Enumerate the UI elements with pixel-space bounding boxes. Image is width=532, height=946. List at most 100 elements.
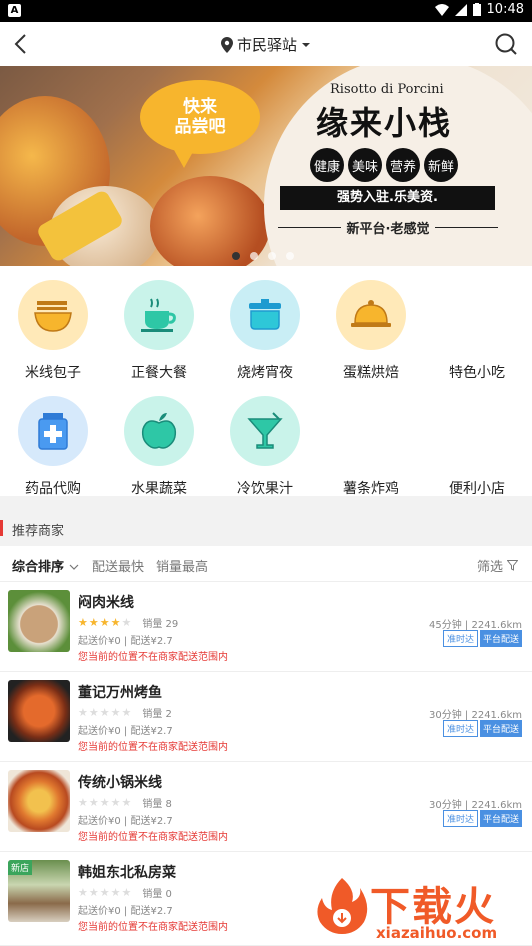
status-bar: A 10:48 — [0, 0, 532, 22]
shop-card[interactable]: 传统小锅米线 ★ ★ ★ ★ ★ 销量 8 起送价¥0 | 配送¥2.7 您当前的位置不… — [0, 762, 532, 852]
shop-name: 闷肉米线 — [78, 595, 134, 611]
category-item-fruit[interactable]: 水果蔬菜 — [106, 382, 212, 497]
category-label: 药品代购 — [25, 481, 81, 497]
star-icon: ★ — [88, 616, 99, 629]
star-icon: ★ — [110, 706, 121, 719]
wifi-icon — [434, 3, 449, 16]
shop-fee: 起送价¥0 | 配送¥2.7 — [78, 726, 173, 737]
category-label: 正餐大餐 — [131, 365, 187, 381]
sort-tab-fastest[interactable]: 配送最快 — [92, 556, 144, 575]
category-item-noodles[interactable]: 米线包子 — [0, 266, 106, 381]
location-pin-icon — [220, 36, 233, 53]
page-dot-active[interactable] — [232, 252, 240, 260]
shop-card[interactable]: 董记万州烤鱼 ★ ★ ★ ★ ★ 销量 2 起送价¥0 | 配送¥2.7 您当前的位置不… — [0, 672, 532, 762]
bubble-line2: 品尝吧 — [174, 117, 226, 137]
category-label: 米线包子 — [25, 365, 81, 381]
banner-tag: 营养 — [386, 148, 420, 182]
shop-thumbnail — [8, 680, 70, 742]
page-dot[interactable] — [250, 252, 258, 260]
shop-range-warning: 您当前的位置不在商家配送范围内 — [78, 832, 228, 843]
watermark: 下载火 xiazaihuo.com — [312, 870, 532, 946]
star-icon: ★ — [88, 706, 99, 719]
location-label: 市民驿站 — [236, 36, 297, 54]
star-icon: ★ — [121, 796, 132, 809]
star-icon: ★ — [88, 886, 99, 899]
sort-tab-label: 综合排序 — [12, 560, 65, 575]
category-item-bbq[interactable]: 烧烤宵夜 — [212, 266, 318, 381]
sort-bar: 综合排序 配送最快 销量最高 筛选 — [0, 546, 532, 582]
sort-tab-top-sales[interactable]: 销量最高 — [156, 556, 208, 575]
star-icon: ★ — [121, 886, 132, 899]
cloche-icon — [336, 280, 406, 350]
category-item-medicine[interactable]: 药品代购 — [0, 382, 106, 497]
shop-eta-distance: 30分钟 | 2241.6km — [429, 710, 522, 721]
shop-thumbnail — [8, 590, 70, 652]
star-icon: ★ — [121, 616, 132, 629]
shop-fee: 起送价¥0 | 配送¥2.7 — [78, 816, 173, 827]
star-icon: ★ — [110, 796, 121, 809]
shop-sales: 销量 2 — [142, 709, 172, 720]
banner-subtitle-row: 新平台·老感觉 — [278, 218, 499, 237]
coffee-cup-icon — [124, 280, 194, 350]
category-item-meals[interactable]: 正餐大餐 — [106, 266, 212, 381]
noodle-bowl-icon — [18, 280, 88, 350]
banner-tag: 健康 — [310, 148, 344, 182]
platform-delivery-badge: 平台配送 — [479, 810, 522, 827]
star-icon: ★ — [99, 886, 110, 899]
star-icon: ★ — [110, 616, 121, 629]
shop-name: 传统小锅米线 — [78, 775, 162, 791]
star-icon: ★ — [78, 886, 88, 899]
signal-icon — [454, 3, 467, 16]
page-dot[interactable] — [268, 252, 276, 260]
chevron-down-icon — [69, 564, 78, 570]
shop-card[interactable]: 闷肉米线 ★ ★ ★ ★ ★ 销量 29 起送价¥0 | 配送¥2.7 您当前的位置不在… — [0, 582, 532, 672]
category-grid: 米线包子 正餐大餐 烧烤宵夜 蛋糕烘焙 特色小吃 药品代购 水果蔬菜 冷饮果汁 … — [0, 266, 532, 497]
search-icon — [495, 33, 517, 55]
category-item-snacks[interactable]: 特色小吃 — [424, 266, 530, 381]
shop-rating: ★ ★ ★ ★ ★ 销量 29 — [78, 615, 178, 630]
star-icon: ★ — [78, 796, 88, 809]
shop-range-warning: 您当前的位置不在商家配送范围内 — [78, 652, 228, 663]
shop-name: 董记万州烤鱼 — [78, 685, 162, 701]
category-label: 薯条炸鸡 — [343, 481, 399, 497]
banner-subtitle: 新平台·老感觉 — [346, 222, 430, 237]
banner-slogan: 强势入驻.乐美资. — [280, 186, 495, 210]
shop-badges: 准时达 平台配送 — [442, 810, 522, 827]
star-icon: ★ — [78, 616, 88, 629]
divider — [278, 227, 341, 228]
shop-rating: ★ ★ ★ ★ ★ 销量 0 — [78, 885, 172, 900]
filter-label: 筛选 — [476, 560, 503, 575]
shop-sales: 销量 0 — [142, 889, 172, 900]
category-item-fried-chicken[interactable]: 薯条炸鸡 — [318, 382, 424, 497]
category-label: 水果蔬菜 — [131, 481, 187, 497]
banner-tag: 美味 — [348, 148, 382, 182]
platform-delivery-badge: 平台配送 — [479, 630, 522, 647]
shop-badges: 准时达 平台配送 — [442, 630, 522, 647]
shop-range-warning: 您当前的位置不在商家配送范围内 — [78, 742, 228, 753]
top-bar: 市民驿站 — [0, 22, 532, 66]
location-selector[interactable]: 市民驿站 — [0, 34, 532, 55]
category-item-drinks[interactable]: 冷饮果汁 — [212, 382, 318, 497]
battery-icon — [472, 3, 481, 16]
category-label: 冷饮果汁 — [237, 481, 293, 497]
page-dot[interactable] — [286, 252, 294, 260]
on-time-badge: 准时达 — [442, 810, 478, 827]
filter-button[interactable]: 筛选 — [477, 556, 518, 575]
shop-fee: 起送价¥0 | 配送¥2.7 — [78, 906, 173, 917]
section-accent-bar — [0, 520, 3, 536]
category-item-convenience[interactable]: 便利小店 — [424, 382, 530, 497]
sort-tab-default[interactable]: 综合排序 — [12, 556, 79, 575]
search-button[interactable] — [492, 30, 520, 58]
shop-rating: ★ ★ ★ ★ ★ 销量 2 — [78, 705, 172, 720]
banner-tags: 健康 美味 营养 新鲜 — [310, 148, 458, 182]
category-item-cake[interactable]: 蛋糕烘焙 — [318, 266, 424, 381]
shop-sales: 销量 8 — [142, 799, 172, 810]
banner-speech-bubble: 快来 品尝吧 — [140, 80, 260, 168]
shop-eta-distance: 30分钟 | 2241.6km — [429, 800, 522, 811]
promo-banner[interactable]: 快来 品尝吧 Risotto di Porcini 缘来小栈 健康 美味 营养 … — [0, 66, 532, 266]
medicine-box-icon — [18, 396, 88, 466]
star-icon: ★ — [110, 886, 121, 899]
shop-badges: 准时达 平台配送 — [442, 720, 522, 737]
flame-logo-icon — [317, 878, 368, 934]
banner-title: 缘来小栈 — [316, 104, 453, 142]
